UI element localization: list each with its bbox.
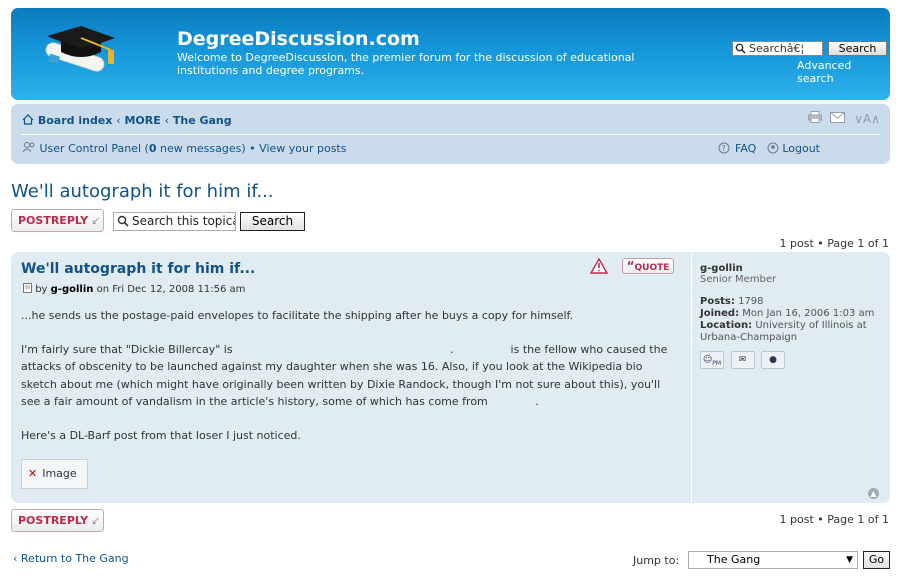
post-profile: g-gollin Senior Member Posts: 1798 Joine… xyxy=(691,252,881,503)
navbar-divider xyxy=(21,134,880,135)
advanced-search-link[interactable]: Advanced search xyxy=(797,59,890,85)
breadcrumb-board-index[interactable]: Board index xyxy=(38,114,113,127)
topic-search-button[interactable]: Search xyxy=(240,212,305,231)
chevron-down-icon: ▼ xyxy=(846,555,853,565)
topic-search-input[interactable]: Search this topicâ xyxy=(113,212,236,231)
site-description: Welcome to DegreeDiscussion, the premier… xyxy=(177,51,635,77)
post-paragraph: Here's a DL-Barf post from that loser I … xyxy=(21,428,301,442)
post-author-link[interactable]: g-gollin xyxy=(51,284,94,295)
logout-icon xyxy=(767,142,783,155)
quote-label: QUOTE xyxy=(634,263,670,273)
post: We'll autograph it for him if... by g-go… xyxy=(11,252,890,503)
user-links: User Control Panel (0 new messages) • Vi… xyxy=(22,142,346,155)
navbar: Board index ‹ MORE ‹ The Gang ∨A∧ User C… xyxy=(11,104,890,164)
location-label: Location: xyxy=(700,320,753,331)
post-reply-label: POSTREPLY xyxy=(18,214,89,227)
search-icon xyxy=(735,43,746,55)
private-message-icon[interactable]: ☺PM xyxy=(700,351,724,369)
jump-to-label: Jump to: xyxy=(633,554,680,567)
profile-contact-icons: ☺PM ✉ ● xyxy=(700,351,788,369)
users-icon xyxy=(22,142,40,155)
profile-username[interactable]: g-gollin xyxy=(700,263,743,274)
search-input-value: Searchâ€¦ xyxy=(749,42,805,55)
back-to-top-icon[interactable]: ▲ xyxy=(868,488,879,499)
go-button[interactable]: Go xyxy=(863,551,890,569)
site-title[interactable]: DegreeDiscussion.com xyxy=(177,28,420,50)
home-icon[interactable] xyxy=(22,114,38,127)
new-messages-link[interactable]: new messages xyxy=(160,142,241,155)
topic-search-value: Search this topicâ xyxy=(132,214,236,228)
user-control-panel-link[interactable]: User Control Panel xyxy=(40,142,142,155)
site-header: DegreeDiscussion.com Welcome to DegreeDi… xyxy=(11,8,890,100)
profile-rank: Senior Member xyxy=(700,274,777,285)
post-meta: by g-gollin on Fri Dec 12, 2008 11:56 am xyxy=(23,283,245,295)
jump-to-select[interactable]: The Gang ▼ xyxy=(688,551,858,569)
post-icon[interactable] xyxy=(23,283,35,295)
print-icon[interactable] xyxy=(807,111,826,126)
page-tools: ∨A∧ xyxy=(803,111,880,126)
reply-arrow-icon: ↙ xyxy=(91,514,101,527)
search-input[interactable]: Searchâ€¦ xyxy=(732,41,823,56)
post-paragraph: ...he sends us the postage-paid envelope… xyxy=(21,309,574,322)
jump-to-value: The Gang xyxy=(707,553,761,566)
svg-text:?: ? xyxy=(721,144,725,153)
quote-button[interactable]: “QUOTE xyxy=(622,258,674,274)
return-link[interactable]: ‹ Return to The Gang xyxy=(13,552,129,565)
post-date: on Fri Dec 12, 2008 11:56 am xyxy=(96,284,246,295)
breadcrumb-more[interactable]: MORE xyxy=(124,114,160,127)
search-icon xyxy=(117,215,129,230)
search-button[interactable]: Search xyxy=(828,41,887,56)
return-link-label: Return to The Gang xyxy=(20,552,129,565)
post-reply-label: POSTREPLY xyxy=(18,514,89,527)
faq-link[interactable]: FAQ xyxy=(735,142,756,155)
faq-icon: ? xyxy=(718,142,736,155)
breadcrumb-separator: ‹ xyxy=(164,114,170,127)
post-reply-button[interactable]: POSTREPLY ↙ xyxy=(11,209,104,232)
post-title[interactable]: We'll autograph it for him if... xyxy=(21,261,255,277)
broken-image[interactable]: ✕ Image xyxy=(21,459,88,489)
graduation-cap-logo-icon[interactable] xyxy=(37,22,123,84)
breadcrumb-separator: ‹ xyxy=(116,114,121,127)
pagination-top: 1 post • Page 1 of 1 xyxy=(779,237,889,250)
new-messages-count[interactable]: 0 xyxy=(149,142,157,155)
breadcrumb-the-gang[interactable]: The Gang xyxy=(173,114,232,127)
posts-label: Posts: xyxy=(700,296,735,307)
report-icon[interactable] xyxy=(589,257,609,274)
post-reply-button-bottom[interactable]: POSTREPLY ↙ xyxy=(11,509,104,532)
post-content: ...he sends us the postage-paid envelope… xyxy=(21,307,676,460)
right-links: ? FAQ Logout xyxy=(718,142,820,155)
joined-label: Joined: xyxy=(700,308,740,319)
email-icon[interactable]: ✉ xyxy=(730,351,755,369)
view-your-posts-link[interactable]: View your posts xyxy=(259,142,346,155)
post-by-label: by xyxy=(35,284,48,295)
breadcrumb: Board index ‹ MORE ‹ The Gang xyxy=(22,114,232,127)
post-text-segment: I'm fairly sure that "Dickie Billercay" … xyxy=(21,342,233,356)
posts-value: 1798 xyxy=(738,296,764,307)
logout-link[interactable]: Logout xyxy=(782,142,820,155)
pagination-bottom: 1 post • Page 1 of 1 xyxy=(779,513,889,526)
font-size-icon[interactable]: ∨A∧ xyxy=(854,112,880,126)
chevron-left-icon: ‹ xyxy=(13,552,18,565)
reply-arrow-icon: ↙ xyxy=(91,214,101,227)
page-title[interactable]: We'll autograph it for him if... xyxy=(11,181,274,202)
email-topic-icon[interactable] xyxy=(830,112,849,126)
profile-details: Posts: 1798 Joined: Mon Jan 16, 2006 1:0… xyxy=(700,296,880,344)
website-globe-icon[interactable]: ● xyxy=(761,351,785,369)
broken-image-icon: ✕ xyxy=(28,467,38,480)
image-alt-text: Image xyxy=(42,467,77,480)
joined-value: Mon Jan 16, 2006 1:03 am xyxy=(742,308,875,319)
post-paragraph: I'm fairly sure that "Dickie Billercay" … xyxy=(21,342,668,409)
